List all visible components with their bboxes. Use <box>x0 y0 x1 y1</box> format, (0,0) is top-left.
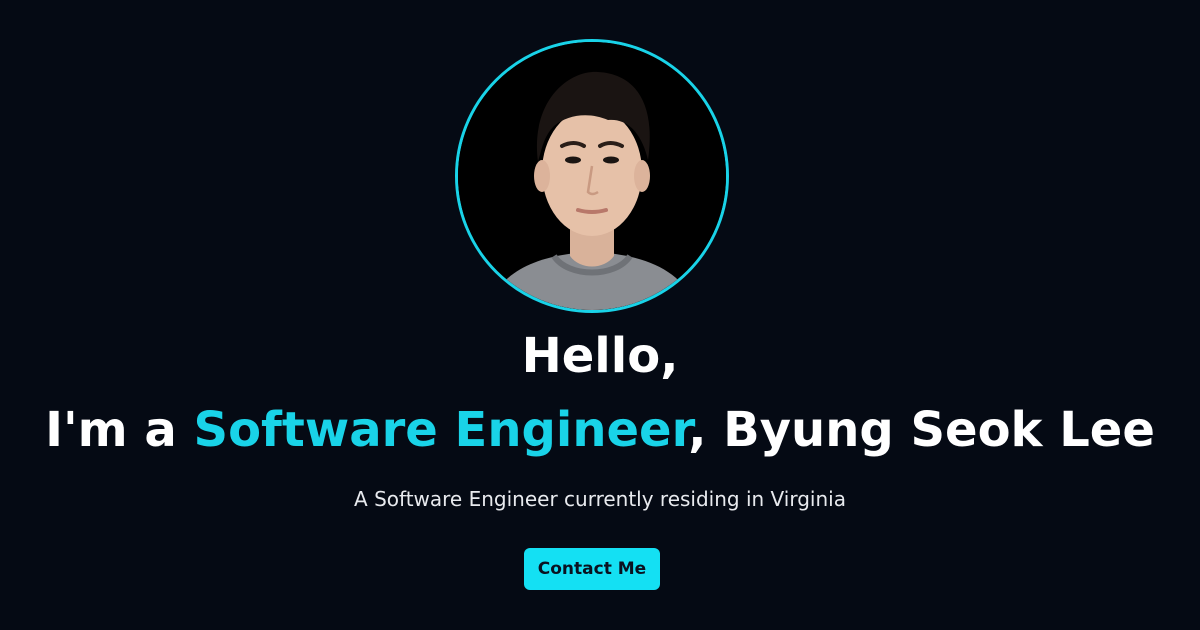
hero-section: Hello, I'm a Software Engineer, Byung Se… <box>0 0 1200 630</box>
intro-heading: I'm a Software Engineer, Byung Seok Lee <box>0 400 1200 460</box>
contact-me-button[interactable]: Contact Me <box>524 548 660 590</box>
intro-prefix: I'm a <box>45 402 194 458</box>
hero-subtitle: A Software Engineer currently residing i… <box>354 487 846 511</box>
intro-name: , Byung Seok Lee <box>688 402 1155 458</box>
profile-photo <box>455 39 729 313</box>
role-highlight: Software Engineer <box>193 402 689 458</box>
portrait-illustration <box>458 42 726 310</box>
greeting-heading: Hello, <box>521 328 679 384</box>
